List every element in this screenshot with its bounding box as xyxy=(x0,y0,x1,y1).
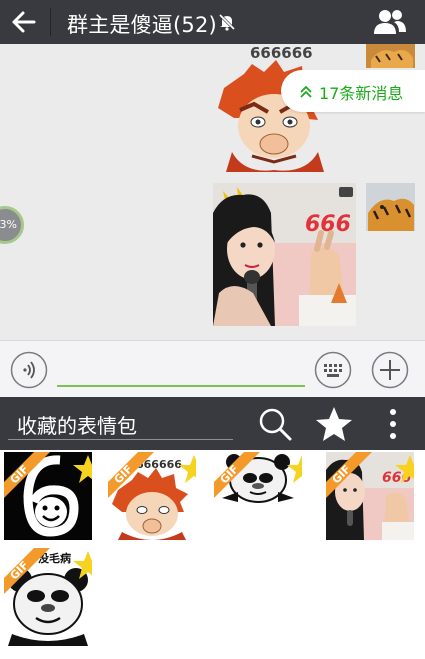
back-button[interactable] xyxy=(6,6,40,38)
star-icon xyxy=(316,407,352,441)
sticker-grid: GIF 666666 GIF GIF 666 GIF 没毛病 GIF xyxy=(0,450,425,659)
members-button[interactable] xyxy=(372,7,408,37)
favorite-star-icon xyxy=(179,455,196,483)
sender-avatar[interactable] xyxy=(366,183,415,231)
voice-button[interactable] xyxy=(10,351,48,389)
search-icon xyxy=(259,408,292,441)
gif-badge: GIF xyxy=(326,452,372,498)
more-actions-button[interactable] xyxy=(371,351,409,389)
keyboard-button[interactable] xyxy=(314,351,352,389)
more-vertical-icon xyxy=(390,409,396,439)
gif-badge: GIF xyxy=(214,452,260,498)
new-messages-banner[interactable]: 17条新消息 xyxy=(281,70,425,112)
chat-title: 群主是傻逼(52) xyxy=(67,13,217,37)
top-bar: 群主是傻逼(52) xyxy=(0,0,425,44)
bell-muted-icon xyxy=(218,13,236,31)
favorite-star-icon xyxy=(73,551,92,579)
sticker-item[interactable]: GIF xyxy=(214,452,302,540)
new-messages-label: 17条新消息 xyxy=(319,84,404,103)
sender-avatar-top[interactable] xyxy=(366,44,415,68)
favorite-star-icon xyxy=(395,455,414,483)
gif-badge: GIF xyxy=(108,452,154,498)
arrow-left-icon xyxy=(12,11,36,33)
favorites-button[interactable] xyxy=(314,405,354,443)
sticker-item[interactable]: GIF xyxy=(4,452,92,540)
sticker-item[interactable]: 666 GIF xyxy=(326,452,414,540)
plus-icon xyxy=(371,351,409,389)
input-bar xyxy=(0,340,425,397)
voice-icon xyxy=(10,351,48,389)
double-chevron-up-icon xyxy=(300,85,312,98)
chat-area[interactable]: 666666 17条新消息 3% 666 xyxy=(0,44,425,340)
keyboard-icon xyxy=(314,351,352,389)
title-underline xyxy=(8,439,233,440)
upload-progress: 3% xyxy=(0,206,24,244)
favorite-star-icon xyxy=(287,455,302,483)
sticker-item[interactable]: 没毛病 GIF xyxy=(4,548,92,646)
overflow-menu-button[interactable] xyxy=(381,405,405,443)
image-message[interactable]: 666 xyxy=(213,183,356,326)
sticker-panel-header: 收藏的表情包 xyxy=(0,397,425,450)
gif-badge: GIF xyxy=(4,548,50,594)
search-button[interactable] xyxy=(256,405,294,443)
people-icon xyxy=(374,10,406,34)
favorite-star-icon xyxy=(73,455,92,483)
header-divider xyxy=(50,8,51,36)
message-input[interactable] xyxy=(57,355,305,387)
sticker-panel-title[interactable]: 收藏的表情包 xyxy=(17,410,137,439)
sticker-caption: 666666 xyxy=(250,44,313,62)
gif-badge: GIF xyxy=(4,452,50,498)
sticker-item[interactable]: 666666 GIF xyxy=(108,452,196,540)
